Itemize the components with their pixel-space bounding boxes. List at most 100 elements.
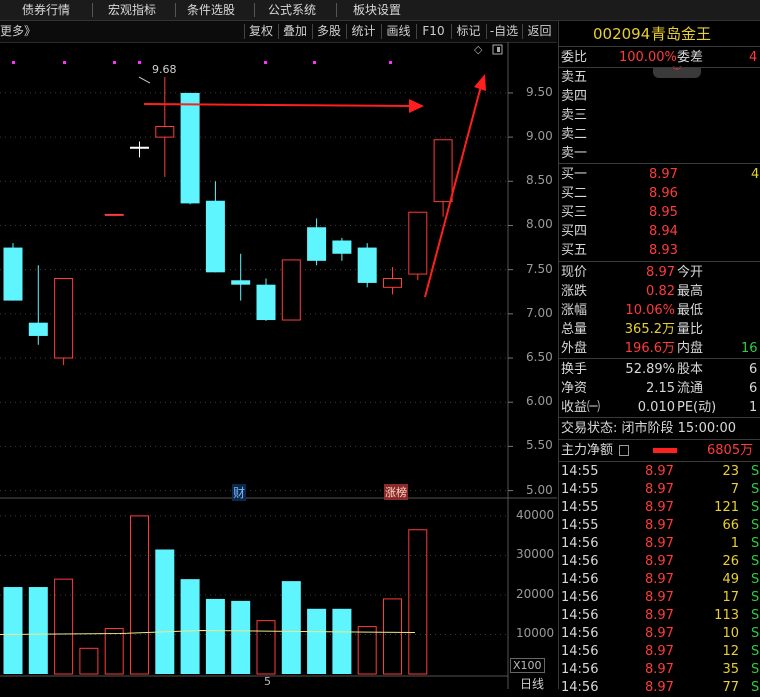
tick-row: 14:55 8.97 23 S [559, 463, 760, 481]
draw-line-button[interactable]: 画线 [382, 21, 415, 42]
candle-body[interactable] [307, 227, 327, 261]
volume-bar[interactable] [28, 587, 48, 674]
restore-rights-button[interactable]: 复权 [245, 21, 277, 42]
tick-side: S [751, 572, 760, 587]
stat-row: 换手 52.89% 股本 6 [559, 360, 760, 379]
tick-row: 14:56 8.97 113 S [559, 607, 760, 625]
stat-label2: 量比 [677, 322, 704, 337]
candle-body[interactable] [433, 139, 453, 203]
period-label[interactable]: 日线 [520, 675, 544, 692]
list-icon[interactable] [619, 445, 629, 456]
divider [559, 417, 760, 418]
candle-body[interactable] [28, 322, 48, 336]
volume-bar[interactable] [281, 581, 301, 674]
stock-title: 002094 青岛金王 [559, 23, 760, 45]
candle-body[interactable] [332, 240, 352, 254]
stat-label2: 最低 [677, 303, 704, 318]
tick-volume: 77 [722, 680, 739, 695]
volume-axis-tick: 40000 [516, 507, 555, 522]
candle-body[interactable] [155, 126, 175, 138]
diamond-icon[interactable]: ◇ [474, 43, 483, 56]
remove-watchlist-button[interactable]: -自选 [487, 21, 521, 42]
sell-row-3[interactable]: 卖三 [559, 106, 760, 125]
sell-label: 卖二 [561, 127, 588, 142]
candle-body[interactable] [180, 92, 200, 204]
tick-row: 14:56 8.97 12 S [559, 643, 760, 661]
volume-bar[interactable] [357, 626, 377, 675]
volume-bar[interactable] [256, 620, 276, 675]
buy-row-4[interactable]: 买四 8.94 [559, 222, 760, 241]
menu-bond-quotes[interactable]: 债券行情 [22, 0, 70, 20]
menu-macro-indicators[interactable]: 宏观指标 [108, 0, 156, 20]
multi-stock-button[interactable]: 多股 [313, 21, 345, 42]
kline-chart[interactable]: ◇ [0, 42, 557, 689]
volume-bar[interactable] [180, 579, 200, 674]
candle-body[interactable] [383, 278, 402, 288]
candle-body[interactable] [205, 200, 225, 273]
statistics-button[interactable]: 统计 [347, 21, 380, 42]
buy-volume: 4 [751, 167, 760, 182]
tick-time: 14:56 [561, 572, 599, 587]
candle-body[interactable] [231, 280, 251, 285]
buy-label: 买二 [561, 186, 588, 201]
main-flow-row[interactable]: 主力净额 6805万 [559, 441, 760, 460]
volume-bar[interactable] [79, 647, 99, 675]
tick-time: 14:56 [561, 590, 599, 605]
candle-body[interactable] [408, 211, 428, 275]
tick-row: 14:55 8.97 66 S [559, 517, 760, 535]
buy-row-3[interactable]: 买三 8.95 [559, 203, 760, 222]
sell-row-2[interactable]: 卖二 [559, 125, 760, 144]
limit-up-marker[interactable]: 涨榜 [384, 484, 408, 500]
menu-sector-settings[interactable]: 板块设置 [353, 0, 401, 20]
volume-bar[interactable] [332, 608, 352, 674]
buy-row-2[interactable]: 买二 8.96 [559, 184, 760, 203]
tick-time: 14:56 [561, 680, 599, 695]
divider [559, 461, 760, 462]
menu-condition-select[interactable]: 条件选股 [187, 0, 235, 20]
sell-row-4[interactable]: 卖四 [559, 87, 760, 106]
stat-label2: 内盘 [677, 341, 704, 356]
volume-bar[interactable] [54, 578, 74, 675]
buy-row-1[interactable]: 买一 8.97 4 [559, 165, 760, 184]
sell-label: 卖一 [561, 146, 588, 161]
stat-label: 净资 [561, 381, 588, 396]
candle-body[interactable] [3, 247, 23, 301]
stat-value2: 16 [741, 341, 758, 356]
signal-dot [313, 61, 316, 64]
stat-value2: 6 [749, 381, 758, 396]
buy-price: 8.97 [649, 167, 678, 182]
volume-bar[interactable] [307, 608, 327, 674]
back-button[interactable]: 返回 [523, 21, 556, 42]
weibi-value: 100.00% [619, 50, 677, 65]
signal-dot [264, 61, 267, 64]
candle-body[interactable] [281, 259, 301, 321]
volume-bar[interactable] [231, 600, 251, 674]
tick-side: S [751, 536, 760, 551]
overlay-button[interactable]: 叠加 [279, 21, 311, 42]
tick-price: 8.97 [645, 482, 674, 497]
sell-row-5[interactable]: 卖五 [559, 68, 760, 87]
tick-side: S [751, 554, 760, 569]
f10-button[interactable]: F10 [417, 21, 450, 42]
volume-bar[interactable] [3, 587, 23, 674]
buy-row-5[interactable]: 买五 8.93 [559, 241, 760, 260]
tick-row: 14:56 8.97 1 S [559, 535, 760, 553]
kline-chart-area[interactable]: ◇ 9.50 9.00 8.50 8.00 7.50 7.00 6.50 6.00 5.50 5.… [0, 42, 557, 692]
finance-marker[interactable]: 财 [232, 484, 247, 501]
tick-time: 14:56 [561, 644, 599, 659]
tick-side: S [751, 482, 760, 497]
volume-bar[interactable] [155, 549, 175, 675]
volume-bar[interactable] [104, 628, 124, 675]
candle-body[interactable] [256, 284, 276, 321]
volume-bar[interactable] [383, 598, 402, 675]
volume-bar[interactable] [408, 529, 428, 675]
tick-row: 14:56 8.97 77 S [559, 679, 760, 697]
volume-bar[interactable] [205, 598, 225, 674]
divider [559, 46, 760, 47]
sell-row-1[interactable]: 卖一 [559, 144, 760, 163]
candle-body[interactable] [357, 247, 377, 283]
menu-formula-system[interactable]: 公式系统 [268, 0, 316, 20]
mark-button[interactable]: 标记 [452, 21, 485, 42]
more-button[interactable]: 更多》 [0, 21, 40, 42]
candle-body[interactable] [54, 278, 74, 359]
